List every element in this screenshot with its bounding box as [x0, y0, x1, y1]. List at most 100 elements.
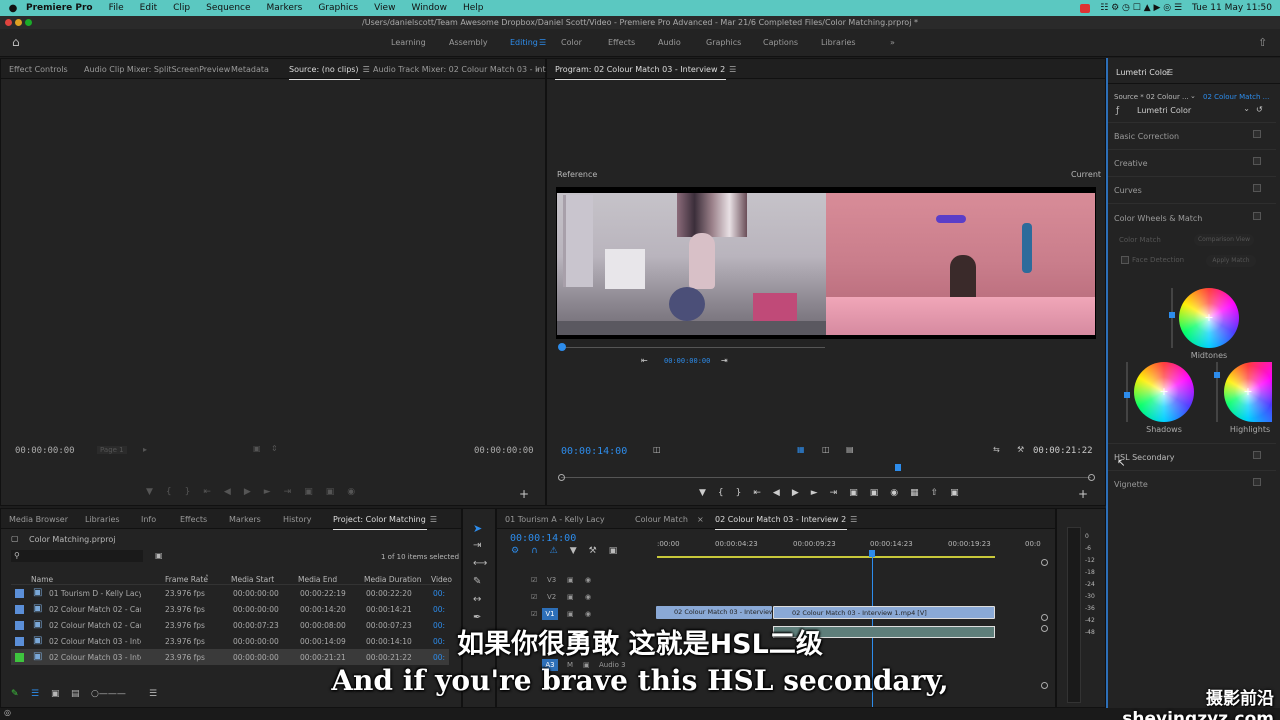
tab-markers[interactable]: Markers [229, 515, 261, 524]
apple-icon[interactable]: ● [0, 3, 26, 14]
close-tab-icon[interactable]: × [697, 515, 704, 524]
col-frame-rate[interactable]: Frame Rate [165, 575, 208, 584]
close-window-icon[interactable] [5, 19, 12, 26]
tab-media-browser[interactable]: Media Browser [9, 515, 68, 524]
program-transport-controls[interactable]: ▼{}⇤◀▶►⇥▣▣◉▦⇧▣ [699, 488, 971, 498]
swap-sides-icon[interactable]: ⇆ [993, 445, 1000, 454]
reset-icon[interactable]: ↺ [1256, 105, 1263, 114]
source-transport-controls[interactable]: ▼{}⇤◀▶►⇥▣▣◉ [146, 487, 368, 497]
tab-libraries[interactable]: Libraries [85, 515, 120, 524]
tab-project[interactable]: Project: Color Matching ☰ [333, 515, 437, 530]
creative-checkbox[interactable] [1253, 157, 1261, 165]
col-name[interactable]: Name [31, 575, 53, 584]
selection-tool-icon[interactable]: ➤ [473, 522, 482, 535]
menubar-clock[interactable]: Tue 11 May 11:50 [1192, 3, 1272, 13]
more-workspaces-icon[interactable]: » [890, 38, 895, 47]
apply-match-button[interactable]: Apply Match [1206, 255, 1256, 267]
record-icon[interactable] [1080, 3, 1091, 13]
label-color-swatch[interactable] [15, 605, 24, 614]
home-icon[interactable]: ⌂ [12, 35, 20, 49]
menu-icon[interactable]: ☰ [1166, 68, 1173, 77]
razor-tool-icon[interactable]: ✎ [473, 576, 481, 587]
track-v1[interactable]: V1 [542, 608, 558, 620]
tab-audio-clip-mixer[interactable]: Audio Clip Mixer: SplitScreenPreview [84, 65, 230, 74]
tab-effect-controls[interactable]: Effect Controls [9, 65, 68, 74]
eye-icon[interactable]: ◉ [585, 593, 591, 601]
col-media-duration[interactable]: Media Duration [364, 575, 421, 584]
timeline-playhead-head[interactable] [869, 550, 875, 557]
lumetri-effect-select[interactable]: Lumetri Color ⌄ [1134, 104, 1254, 116]
shadows-wheel[interactable] [1134, 362, 1194, 422]
project-search-input[interactable]: ⚲ [11, 550, 143, 562]
new-bin-icon[interactable]: ▣ [155, 551, 163, 560]
workspace-menu-icon[interactable]: ☰ [539, 38, 546, 47]
page-arrow-icon[interactable]: ▸ [143, 445, 147, 454]
menu-window[interactable]: Window [411, 3, 447, 13]
side-by-side-icon[interactable]: ▦ [797, 445, 805, 454]
workspace-graphics[interactable]: Graphics [706, 38, 741, 47]
menu-help[interactable]: Help [463, 3, 484, 13]
timeline-tc[interactable]: 00:00:14:00 [510, 533, 576, 544]
color-wheels-checkbox[interactable] [1253, 212, 1261, 220]
section-basic-correction[interactable]: Basic Correction [1114, 132, 1179, 141]
chevron-down-icon[interactable]: ⌄ [1190, 92, 1196, 100]
comparison-view-button[interactable]: Comparison View [1194, 234, 1254, 246]
menu-edit[interactable]: Edit [140, 3, 157, 13]
tab-info[interactable]: Info [141, 515, 156, 524]
slider-knob[interactable] [1214, 372, 1220, 378]
sync-icon[interactable]: ▣ [567, 593, 574, 601]
menu-markers[interactable]: Markers [267, 3, 303, 13]
more-tabs-icon[interactable]: » [535, 65, 540, 74]
tab-sequence-interview-2[interactable]: 02 Colour Match 03 - Interview 2 ☰ [715, 515, 857, 530]
menu-graphics[interactable]: Graphics [318, 3, 358, 13]
tab-history[interactable]: History [283, 515, 311, 524]
hsl-secondary-checkbox[interactable] [1253, 451, 1261, 459]
label-color-swatch[interactable] [15, 589, 24, 598]
track-v3[interactable]: V3 [547, 576, 556, 584]
reference-tc[interactable]: 00:00:00:00 [664, 357, 710, 365]
workspace-effects[interactable]: Effects [608, 38, 635, 47]
shadows-slider[interactable] [1124, 362, 1130, 422]
section-creative[interactable]: Creative [1114, 159, 1148, 168]
sync-icon[interactable]: ▣ [567, 576, 574, 584]
menu-icon[interactable]: ☰ [850, 515, 857, 524]
share-icon[interactable]: ⇧ [1258, 36, 1267, 49]
timeline-clip[interactable]: 02 Colour Match 03 - Interview 1.mp4 [V] [773, 606, 995, 619]
track-v2[interactable]: V2 [547, 593, 556, 601]
slip-tool-icon[interactable]: ↔ [473, 594, 481, 605]
workspace-editing[interactable]: Editing [510, 38, 538, 47]
source-fit-icon[interactable]: ▣ [253, 444, 261, 453]
eye-icon[interactable]: ◉ [585, 610, 591, 618]
midtones-wheel[interactable] [1179, 288, 1239, 348]
timeline-tool-buttons[interactable]: ⚙∩⚠▼⚒▣ [511, 546, 629, 556]
source-page-select[interactable]: Page 1 [97, 446, 127, 454]
col-video[interactable]: Video [431, 575, 452, 584]
sync-icon[interactable]: ▣ [567, 610, 574, 618]
timeline-scroll-handle[interactable] [1041, 614, 1048, 621]
tab-source[interactable]: Source: (no clips) ☰ [289, 65, 370, 80]
ripple-edit-tool-icon[interactable]: ⟷ [473, 558, 487, 569]
menu-icon[interactable]: ☰ [430, 515, 437, 524]
midtones-slider[interactable] [1169, 288, 1175, 348]
tab-metadata[interactable]: Metadata [231, 65, 269, 74]
highlights-wheel[interactable] [1224, 362, 1272, 422]
track-select-tool-icon[interactable]: ⇥ [473, 540, 481, 551]
menu-app[interactable]: Premiere Pro [26, 3, 93, 13]
lumetri-source[interactable]: Source * 02 Colour ... [1114, 93, 1189, 101]
minimize-window-icon[interactable] [15, 19, 22, 26]
vertical-split-icon[interactable]: ◫ [822, 445, 830, 454]
program-playhead[interactable] [895, 464, 901, 471]
col-media-end[interactable]: Media End [298, 575, 337, 584]
workspace-libraries[interactable]: Libraries [821, 38, 856, 47]
reference-playhead[interactable] [558, 343, 566, 351]
menu-file[interactable]: File [109, 3, 124, 13]
timeline-ruler[interactable]: :00:00 00:00:04:23 00:00:09:23 00:00:14:… [657, 537, 1047, 553]
menu-sequence[interactable]: Sequence [206, 3, 250, 13]
project-row[interactable]: ▣ 01 Tourism D - Kelly Lacy.m 23.976 fps 00… [11, 585, 449, 601]
scrub-end-handle[interactable] [1088, 474, 1095, 481]
menu-view[interactable]: View [374, 3, 395, 13]
fx-icon[interactable]: ƒ [1116, 106, 1119, 116]
source-tc-left[interactable]: 00:00:00:00 [15, 446, 75, 456]
basic-correction-checkbox[interactable] [1253, 130, 1261, 138]
eye-icon[interactable]: ◉ [585, 576, 591, 584]
